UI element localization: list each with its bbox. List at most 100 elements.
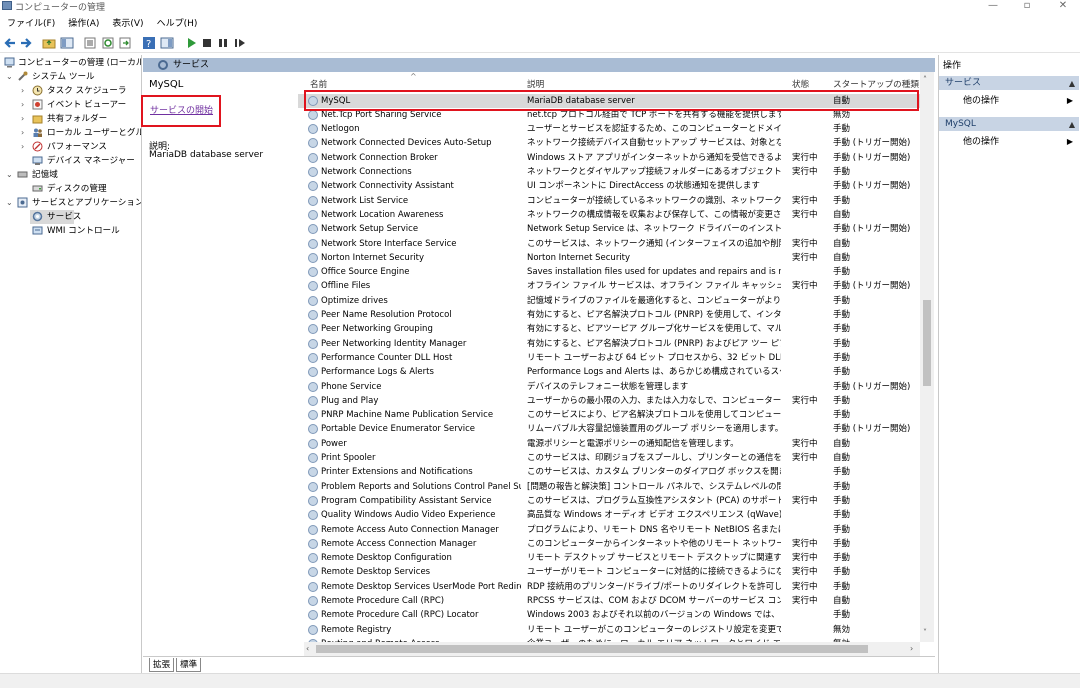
service-row[interactable]: Remote Access Auto Connection Manager プログ… [298, 523, 920, 537]
console-view-icon[interactable] [160, 36, 174, 50]
service-row[interactable]: Quality Windows Audio Video Experience 高品… [298, 508, 920, 522]
service-row[interactable]: Peer Name Resolution Protocol 有効にすると、ピア名解… [298, 308, 920, 322]
service-row[interactable]: Printer Extensions and Notifications このサー… [298, 465, 920, 479]
scroll-right-icon[interactable]: › [910, 644, 913, 653]
service-row[interactable]: Optimize drives 記憶域ドライブのファイルを最適化すると、コンピュー… [298, 294, 920, 308]
stop-service-icon[interactable] [200, 36, 214, 50]
service-row[interactable]: Problem Reports and Solutions Control Pa… [298, 480, 920, 494]
actions-more-mysql[interactable]: 他の操作 ▶ [939, 135, 1079, 149]
expand-arrow-icon[interactable]: ⌄ [6, 168, 14, 182]
menu-view[interactable]: 表示(V) [112, 17, 143, 31]
service-row[interactable]: Print Spooler このサービスは、印刷ジョブをスプールし、プリンターとの… [298, 451, 920, 465]
collapse-arrow-icon[interactable]: › [21, 126, 29, 140]
scroll-up-icon[interactable]: ˄ [923, 75, 927, 84]
service-description: RPCSS サービスは、COM および DCOM サーバーのサービス コントロー… [527, 596, 781, 606]
service-row[interactable]: Network Connectivity Assistant UI コンポーネント… [298, 179, 920, 193]
service-row[interactable]: Network Connection Broker Windows ストア アプリ… [298, 151, 920, 165]
service-row[interactable]: Remote Procedure Call (RPC) RPCSS サービスは、C… [298, 594, 920, 608]
service-gear-icon [308, 624, 318, 635]
start-service-icon[interactable] [184, 36, 198, 50]
actions-title: 操作 [943, 61, 962, 71]
service-row[interactable]: Power 電源ポリシーと電源ポリシーの通知配信を管理します。 実行中 自動 [298, 437, 920, 451]
service-row[interactable]: Remote Access Connection Manager このコンピュータ… [298, 537, 920, 551]
up-folder-icon[interactable] [42, 36, 56, 50]
service-row[interactable]: Office Source Engine Saves installation f… [298, 265, 920, 279]
export-list-icon[interactable] [118, 36, 132, 50]
service-startup-type: 手動 [833, 167, 851, 177]
service-row[interactable]: Network Location Awareness ネットワークの構成情報を収集… [298, 208, 920, 222]
tab-standard[interactable]: 標準 [176, 658, 202, 672]
service-row[interactable]: Network Store Interface Service このサービスは、ネ… [298, 237, 920, 251]
scroll-left-icon[interactable]: ‹ [306, 644, 309, 653]
scroll-down-icon[interactable]: ˅ [923, 628, 927, 637]
service-name: Print Spooler [321, 453, 376, 463]
service-row[interactable]: Program Compatibility Assistant Service こ… [298, 494, 920, 508]
service-row[interactable]: Remote Desktop Configuration リモート デスクトップ … [298, 551, 920, 565]
maximize-button[interactable]: ▫ [1012, 0, 1042, 14]
service-row[interactable]: Remote Desktop Services ユーザーがリモート コンピューター… [298, 565, 920, 579]
properties-icon[interactable] [83, 36, 97, 50]
service-row[interactable]: Network Setup Service Network Setup Servi… [298, 222, 920, 236]
vertical-scroll-thumb[interactable] [923, 300, 931, 386]
service-status: 実行中 [792, 167, 818, 177]
service-row[interactable]: Offline Files オフライン ファイル サービスは、オフライン ファイル… [298, 279, 920, 293]
service-row[interactable]: Plug and Play ユーザーからの最小限の入力、または入力なしで、コンピュ… [298, 394, 920, 408]
forward-icon[interactable] [19, 36, 33, 50]
minimize-button[interactable]: — [978, 0, 1008, 14]
collapse-arrow-icon[interactable]: › [21, 112, 29, 126]
service-gear-icon [308, 367, 318, 378]
service-row[interactable]: Portable Device Enumerator Service リムーバブル… [298, 422, 920, 436]
service-row[interactable]: PNRP Machine Name Publication Service このサ… [298, 408, 920, 422]
menu-action[interactable]: 操作(A) [68, 17, 99, 31]
show-hide-tree-icon[interactable] [60, 36, 74, 50]
service-row[interactable]: Norton Internet Security Norton Internet … [298, 251, 920, 265]
expand-arrow-icon[interactable]: ⌄ [6, 196, 14, 210]
refresh-icon[interactable] [101, 36, 115, 50]
actions-section-services[interactable]: サービス ▲ [939, 76, 1079, 90]
collapse-arrow-icon[interactable]: › [21, 140, 29, 154]
computer-management-icon [2, 1, 12, 10]
vertical-scrollbar[interactable]: ˄ ˅ [920, 72, 934, 642]
close-button[interactable]: ✕ [1048, 0, 1078, 14]
menu-help[interactable]: ヘルプ(H) [157, 17, 198, 31]
collapse-arrow-icon[interactable]: › [21, 98, 29, 112]
service-name: Remote Procedure Call (RPC) [321, 596, 445, 606]
service-row[interactable]: Phone Service デバイスのテレフォニー状態を管理します 手動 (トリガー… [298, 380, 920, 394]
tree-services[interactable]: サービス [30, 210, 81, 224]
service-row[interactable]: Remote Registry リモート ユーザーがこのコンピューターのレジストリ… [298, 623, 920, 637]
service-startup-type: 手動 [833, 195, 851, 206]
service-startup-type: 手動 (トリガー開始) [833, 381, 911, 392]
collapse-triangle-icon[interactable]: ▲ [1069, 120, 1075, 129]
submenu-arrow-icon: ▶ [1066, 96, 1073, 105]
collapse-triangle-icon[interactable]: ▲ [1069, 79, 1075, 88]
service-gear-icon [308, 553, 318, 564]
horizontal-scroll-thumb[interactable] [316, 645, 868, 653]
help-icon[interactable]: ? [142, 36, 156, 50]
menu-file[interactable]: ファイル(F) [7, 17, 55, 31]
service-row[interactable]: Performance Logs & Alerts Performance Log… [298, 365, 920, 379]
service-description: ユーザーがリモート コンピューターに対話的に接続できるようになります。リモ... [527, 567, 781, 578]
service-row[interactable]: Remote Procedure Call (RPC) Locator Windo… [298, 608, 920, 622]
service-gear-icon [308, 510, 318, 521]
service-startup-type: 手動 [833, 581, 851, 592]
service-row[interactable]: Network Connections ネットワークとダイヤルアップ接続フォルダー… [298, 165, 920, 179]
service-row[interactable]: Netlogon ユーザーとサービスを認証するため、このコンピューターとドメイン … [298, 122, 920, 136]
service-name: Network Setup Service [321, 224, 419, 235]
pause-service-icon[interactable] [216, 36, 230, 50]
actions-more-services[interactable]: 他の操作 ▶ [939, 94, 1079, 108]
service-row[interactable]: Performance Counter DLL Host リモート ユーザーおよび… [298, 351, 920, 365]
service-row[interactable]: Peer Networking Identity Manager 有効にすると、ピ… [298, 337, 920, 351]
tab-extended[interactable]: 拡張 [149, 658, 175, 672]
horizontal-scrollbar[interactable]: ‹ › [304, 642, 920, 656]
tree-system-tools-label: システム ツール [32, 72, 95, 82]
service-row[interactable]: Remote Desktop Services UserMode Port Re… [298, 580, 920, 594]
actions-section-mysql[interactable]: MySQL ▲ [939, 117, 1079, 131]
service-row[interactable]: Network Connected Devices Auto-Setup ネットワ… [298, 136, 920, 150]
expand-arrow-icon[interactable]: ⌄ [6, 70, 14, 84]
restart-service-icon[interactable] [233, 36, 247, 50]
service-row[interactable]: Peer Networking Grouping 有効にすると、ピアツーピア グル… [298, 322, 920, 336]
collapse-arrow-icon[interactable]: › [21, 84, 29, 98]
service-row[interactable]: Network List Service コンピューターが接続しているネットワーク… [298, 194, 920, 208]
back-icon[interactable] [3, 36, 17, 50]
service-gear-icon [308, 267, 318, 278]
